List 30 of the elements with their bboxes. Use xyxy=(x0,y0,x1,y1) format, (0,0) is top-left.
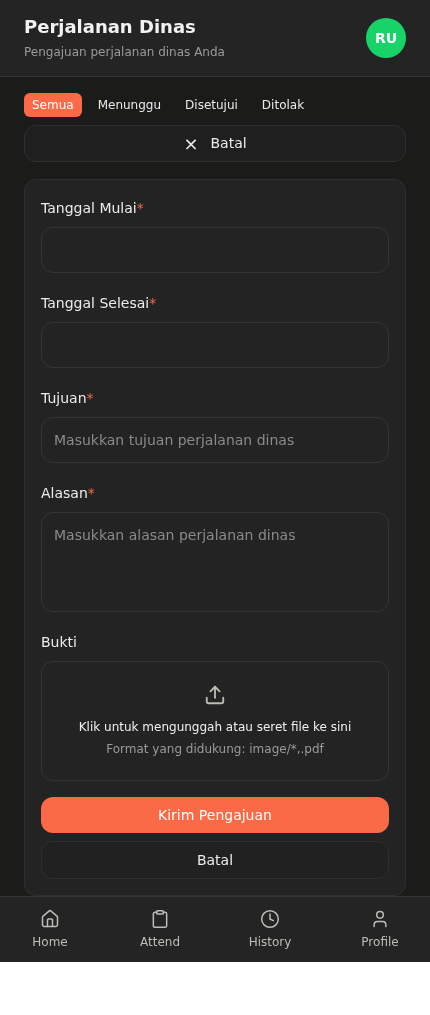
nav-item[interactable]: Profile xyxy=(350,908,410,951)
upload-hint: Format yang didukung: image/*,.pdf xyxy=(106,741,324,758)
home-icon xyxy=(40,908,60,929)
nav-item[interactable]: Home xyxy=(20,908,80,951)
field-label: Tanggal Mulai xyxy=(41,200,137,216)
page-title: Perjalanan Dinas xyxy=(24,15,197,39)
upload-prompt: Klik untuk mengunggah atau seret file ke sini xyxy=(78,719,352,736)
required-mark: * xyxy=(149,295,157,311)
page-subtitle: Pengajuan perjalanan dinas Anda xyxy=(24,44,225,61)
nav-item[interactable]: History xyxy=(240,908,300,951)
required-mark: * xyxy=(136,200,144,216)
filter-tab[interactable]: Disetujui xyxy=(177,93,246,117)
upload-icon xyxy=(204,684,226,706)
required-mark: * xyxy=(86,390,94,406)
filter-tab[interactable]: Ditolak xyxy=(253,93,313,117)
input-field[interactable]: Masukkan tujuan perjalanan dinas xyxy=(41,417,389,463)
filter-tab[interactable]: Menunggu xyxy=(89,93,170,117)
nav-item[interactable]: Attend xyxy=(130,908,190,951)
user-icon xyxy=(370,908,390,929)
required-mark: * xyxy=(87,485,95,501)
field-label: Bukti xyxy=(41,634,77,650)
clipboard-icon xyxy=(150,908,170,929)
field-label: Alasan xyxy=(41,485,88,501)
cancel-toggle-button[interactable]: × Batal xyxy=(24,125,406,162)
upload-area[interactable]: Klik untuk mengunggah atau seret file ke sini Format yang didukung: image/*,.pdf xyxy=(41,661,389,781)
text-area[interactable]: Masukkan alasan perjalanan dinas xyxy=(41,512,389,612)
field-label: Tanggal Selesai xyxy=(41,295,150,311)
clock-icon xyxy=(260,908,280,929)
field-label: Tujuan xyxy=(41,390,87,406)
cancel-button[interactable]: Batal xyxy=(41,841,389,879)
